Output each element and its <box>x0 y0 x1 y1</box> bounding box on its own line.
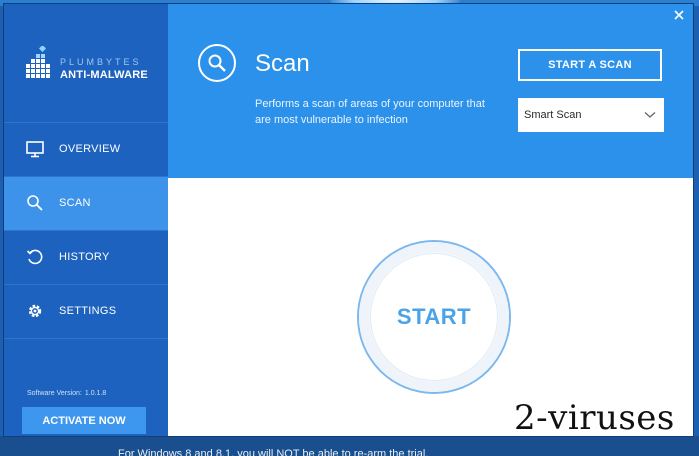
scan-header: Scan Performs a scan of areas of your co… <box>168 4 693 178</box>
sidebar-item-label: OVERVIEW <box>59 143 121 155</box>
gear-icon <box>28 304 42 318</box>
scan-type-value: Smart Scan <box>524 109 582 121</box>
sidebar-item-history[interactable]: HISTORY <box>4 230 168 284</box>
sidebar-item-scan[interactable]: SCAN <box>4 176 168 230</box>
start-button-face: START <box>371 254 497 380</box>
app-window: PLUMBYTES ANTI-MALWARE OVERVIEW SCAN HIS… <box>4 4 693 436</box>
version-value: 1.0.1.8 <box>84 390 107 397</box>
sidebar: PLUMBYTES ANTI-MALWARE OVERVIEW SCAN HIS… <box>4 4 168 436</box>
start-scan-button[interactable]: START <box>359 242 509 392</box>
background-window-text: For Windows 8 and 8.1, you will NOT be a… <box>118 448 429 456</box>
page-description: Performs a scan of areas of your compute… <box>255 98 485 126</box>
sidebar-item-settings[interactable]: SETTINGS <box>4 284 168 339</box>
chevron-down-icon <box>644 112 656 118</box>
sidebar-item-label: SETTINGS <box>59 305 117 317</box>
close-icon[interactable] <box>673 9 685 21</box>
page-title: Scan <box>255 50 310 77</box>
monitor-icon <box>26 141 44 158</box>
brand-name-top: PLUMBYTES <box>60 57 142 67</box>
search-icon <box>208 54 226 72</box>
watermark-text: 2-viruses <box>514 398 675 438</box>
brand-name-bottom: ANTI-MALWARE <box>60 69 148 81</box>
software-version: Software Version: 1.0.1.8 <box>27 390 106 397</box>
history-icon <box>26 249 43 265</box>
search-icon <box>27 195 43 211</box>
scan-type-select[interactable]: Smart Scan <box>518 98 664 132</box>
scan-badge <box>198 44 236 82</box>
start-label: START <box>396 304 472 329</box>
sidebar-nav: OVERVIEW SCAN HISTORY SETTINGS <box>4 122 168 339</box>
start-a-scan-button[interactable]: START A SCAN <box>518 49 662 81</box>
desktop-backdrop-bottom: For Windows 8 and 8.1, you will NOT be a… <box>0 436 699 456</box>
plumbytes-logo-icon <box>26 46 50 78</box>
version-label: Software Version: <box>27 390 82 397</box>
sidebar-item-label: SCAN <box>59 197 91 209</box>
activate-now-button[interactable]: ACTIVATE NOW <box>22 407 146 434</box>
sidebar-item-label: HISTORY <box>59 251 110 263</box>
app-logo: PLUMBYTES ANTI-MALWARE <box>26 46 166 90</box>
sidebar-item-overview[interactable]: OVERVIEW <box>4 122 168 176</box>
